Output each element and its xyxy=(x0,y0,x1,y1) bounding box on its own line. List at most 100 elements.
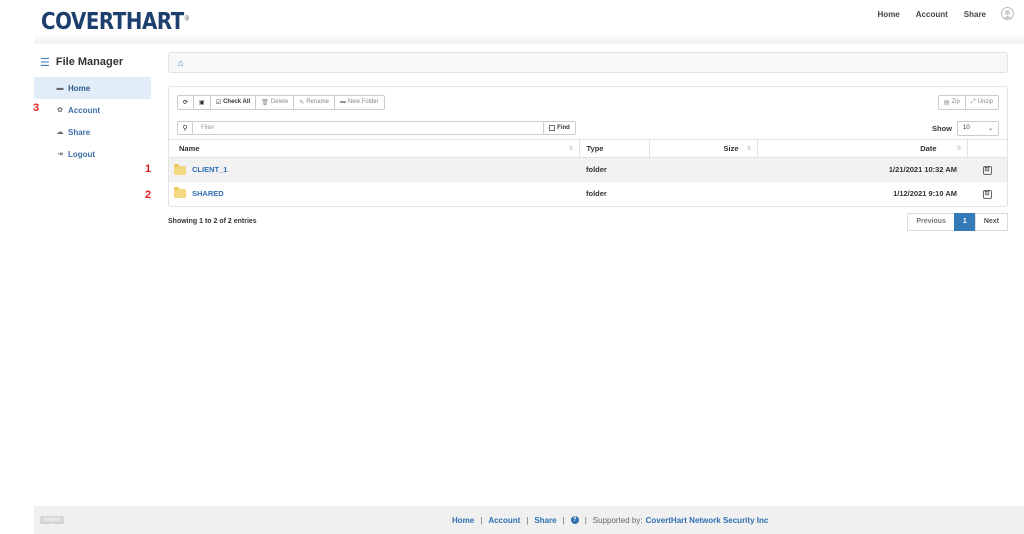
sort-icon: ⇅ xyxy=(568,146,574,152)
find-label: Find xyxy=(557,125,570,131)
page-size-value: 10 xyxy=(963,125,970,131)
footer-separator: | xyxy=(562,516,565,525)
previous-page-button[interactable]: Previous xyxy=(907,212,955,231)
zip-button[interactable]: ▤ Zip xyxy=(937,94,966,110)
current-page-button[interactable]: 1 xyxy=(953,212,976,231)
footer-separator: | xyxy=(584,516,587,525)
unzip-label: Unzip xyxy=(977,99,993,105)
annotation-marker-2: 2 xyxy=(145,189,152,201)
rename-button[interactable]: ✎ Rename xyxy=(293,94,335,110)
toolbar-right-group: ▤ Zip ⤢ Unzip xyxy=(937,94,999,110)
column-header-name[interactable]: Name ⇅ xyxy=(169,139,579,158)
list-icon: ☰ xyxy=(40,56,50,69)
supported-by-label: Supported by: xyxy=(592,516,643,525)
table-footer: Showing 1 to 2 of 2 entries Previous 1 N… xyxy=(168,212,1008,231)
expand-icon: ⤢ xyxy=(970,98,976,105)
footer-link-home[interactable]: Home xyxy=(452,516,474,525)
column-header-label: Type xyxy=(586,144,604,153)
entries-info: Showing 1 to 2 of 2 entries xyxy=(168,218,257,225)
column-header-label: Date xyxy=(920,144,937,153)
sidebar-title: ☰ File Manager xyxy=(34,52,151,72)
supported-by-link[interactable]: CovertHart Network Security Inc xyxy=(646,516,769,525)
column-header-actions xyxy=(966,139,1007,158)
delete-button[interactable]: 🗑 Delete xyxy=(255,94,295,110)
pagination: Previous 1 Next xyxy=(907,212,1008,231)
unzip-button[interactable]: ⤢ Unzip xyxy=(964,94,999,110)
search-icon: ⚲ xyxy=(177,121,192,135)
filter-group: ⚲ Filter Find xyxy=(177,121,576,135)
new-folder-button[interactable]: ▬ New Folder xyxy=(333,94,385,110)
folder-plus-icon: ▬ xyxy=(339,99,346,105)
sidebar-item-logout[interactable]: ⇥ Logout xyxy=(34,143,151,165)
find-button[interactable]: Find xyxy=(544,121,576,135)
logo-registered-mark: ® xyxy=(183,14,190,23)
language-selector[interactable]: English xyxy=(40,516,65,524)
file-name-link[interactable]: CLIENT_1 xyxy=(192,165,227,174)
column-header-label: Size xyxy=(723,144,739,153)
avatar-icon[interactable] xyxy=(1001,7,1014,20)
next-page-button[interactable]: Next xyxy=(974,212,1008,231)
refresh-button[interactable]: ⟳ xyxy=(177,94,195,110)
footer-separator: | xyxy=(526,516,529,525)
filter-input[interactable]: Filter xyxy=(192,121,544,135)
home-icon[interactable]: ⌂ xyxy=(178,58,183,68)
file-size xyxy=(649,157,757,182)
chevron-down-icon: ⌄ xyxy=(987,125,993,132)
column-header-label: Name xyxy=(179,144,200,153)
help-icon[interactable]: ? xyxy=(570,516,579,524)
sidebar-item-home[interactable]: ▬ Home xyxy=(34,77,151,99)
page-size-select[interactable]: 10 ⌄ xyxy=(957,120,999,136)
footer-link-account[interactable]: Account xyxy=(488,516,520,525)
top-nav-account[interactable]: Account xyxy=(916,10,948,19)
toolbar: ⟳ ▣ ☑ Check All 🗑 Delete ✎ Rename ▬ New Fold… xyxy=(169,87,1007,117)
show-label: Show xyxy=(932,123,952,133)
top-header: COVERTHART® Home Account Share xyxy=(0,0,1024,44)
edit-icon: ✎ xyxy=(299,99,305,106)
trash-icon: 🗑 xyxy=(261,99,269,106)
footer-link-share[interactable]: Share xyxy=(534,516,556,525)
row-action-icon[interactable]: ⊡ xyxy=(982,190,992,199)
sidebar-item-label: Account xyxy=(68,105,100,115)
column-header-size[interactable]: Size ⇅ xyxy=(648,139,757,158)
main-content: ⌂ ⟳ ▣ ☑ Check All 🗑 Delete ✎ Rename ▬ New Fo… xyxy=(168,52,1008,231)
zip-label: Zip xyxy=(951,99,960,105)
zip-icon: ▤ xyxy=(943,99,950,106)
sidebar-menu: ▬ Home ✿ Account ☁ Share ⇥ Logout xyxy=(34,77,151,165)
table-row[interactable]: SHARED folder 1/12/2021 9:10 AM ⊡ xyxy=(169,182,1007,206)
refresh-icon: ⟳ xyxy=(183,99,189,106)
footer: English Home | Account | Share | ? | Sup… xyxy=(34,506,1024,534)
file-name-link[interactable]: SHARED xyxy=(192,189,224,198)
image-icon: ▣ xyxy=(199,99,205,106)
check-all-button[interactable]: ☑ Check All xyxy=(209,94,257,110)
annotation-marker-1: 1 xyxy=(145,163,152,175)
checkbox-icon: ☑ xyxy=(215,99,222,106)
top-nav-share[interactable]: Share xyxy=(964,10,986,19)
rename-label: Rename xyxy=(306,99,329,105)
sort-icon: ⇅ xyxy=(956,146,962,152)
logo-text: COVERTHART xyxy=(41,9,184,35)
filter-row: ⚲ Filter Find Show 10 ⌄ xyxy=(169,117,1007,139)
column-header-type[interactable]: Type xyxy=(578,139,649,158)
file-type: folder xyxy=(586,189,607,198)
top-nav-home[interactable]: Home xyxy=(878,10,900,19)
logo[interactable]: COVERTHART® xyxy=(41,9,190,35)
file-size xyxy=(649,182,757,206)
find-checkbox[interactable] xyxy=(549,125,556,131)
check-all-label: Check All xyxy=(223,99,251,105)
folder-icon xyxy=(174,187,186,199)
view-toggle-button[interactable]: ▣ xyxy=(193,94,211,110)
row-action-icon[interactable]: ⊡ xyxy=(982,166,992,176)
new-folder-label: New Folder xyxy=(347,99,379,105)
toolbar-left-group: ⟳ ▣ ☑ Check All 🗑 Delete ✎ Rename ▬ New Fold… xyxy=(177,94,385,110)
sort-icon: ⇅ xyxy=(746,146,752,152)
annotation-marker-3: 3 xyxy=(33,102,40,114)
table-row[interactable]: CLIENT_1 folder 1/21/2021 10:32 AM ⊡ xyxy=(169,157,1007,182)
sidebar-item-label: Share xyxy=(68,127,91,137)
breadcrumb: ⌂ xyxy=(168,52,1008,73)
logout-icon: ⇥ xyxy=(57,151,63,158)
column-header-date[interactable]: Date ⇅ xyxy=(756,139,967,158)
footer-separator: | xyxy=(480,516,483,525)
sidebar-item-share[interactable]: ☁ Share xyxy=(34,121,151,143)
sidebar-item-account[interactable]: ✿ Account xyxy=(34,99,151,121)
gear-icon: ✿ xyxy=(57,107,63,114)
